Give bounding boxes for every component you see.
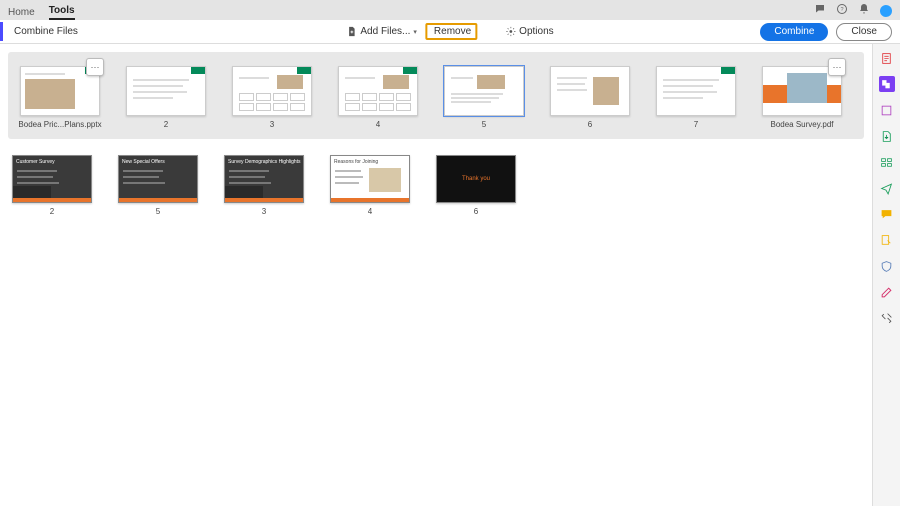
app-topbar: Home Tools ? — [0, 0, 900, 20]
expand-button[interactable] — [86, 58, 104, 76]
thumbnail-label: 5 — [482, 120, 486, 129]
rail-protect-icon[interactable] — [879, 258, 895, 274]
loose-row: Customer Survey 2 New Special Offers 5 Surve… — [8, 155, 864, 216]
rail-fill-sign-icon[interactable] — [879, 232, 895, 248]
thumbnail-canvas[interactable]: Bodea Pric...Plans.pptx 2 3 4 5 6 7 Bodea Surve… — [0, 44, 872, 506]
thumbnail-label: Bodea Pric...Plans.pptx — [18, 120, 101, 129]
thumbnail-image — [126, 66, 206, 116]
group-row: Bodea Pric...Plans.pptx 2 3 4 5 6 7 Bodea Surve… — [18, 66, 854, 129]
page-thumbnail[interactable]: 7 — [654, 66, 738, 129]
thumbnail-image: New Special Offers — [118, 155, 198, 203]
thumbnail-label: 4 — [368, 207, 372, 216]
thumbnail-label: 4 — [376, 120, 380, 129]
thumbnail-label: 2 — [164, 120, 168, 129]
help-icon[interactable]: ? — [836, 2, 848, 20]
thumbnail-label: 7 — [694, 120, 698, 129]
thumbnail-label: 3 — [270, 120, 274, 129]
rail-send-icon[interactable] — [879, 180, 895, 196]
page-thumbnail[interactable]: Bodea Pric...Plans.pptx — [18, 66, 102, 129]
tab-strip: Home Tools — [8, 5, 75, 20]
combine-button[interactable]: Combine — [760, 23, 828, 41]
svg-text:?: ? — [840, 7, 843, 13]
remove-label: Remove — [434, 26, 471, 37]
thumbnail-image — [550, 66, 630, 116]
toolbar-center: Add Files... ▾ Remove Options — [340, 23, 559, 40]
thumbnail-image: Survey Demographics Highlights — [224, 155, 304, 203]
toolbar-right: Combine Close — [760, 23, 892, 41]
rail-export-icon[interactable] — [879, 128, 895, 144]
tool-indicator — [0, 22, 3, 41]
page-thumbnail[interactable]: 2 — [124, 66, 208, 129]
thumbnail-label: 3 — [262, 207, 266, 216]
chat-icon[interactable] — [814, 2, 826, 20]
thumbnail-image — [338, 66, 418, 116]
thumbnail-label: 5 — [156, 207, 160, 216]
page-thumbnail[interactable]: Survey Demographics Highlights 3 — [222, 155, 306, 216]
notifications-icon[interactable] — [858, 2, 870, 20]
rail-combine-icon[interactable] — [879, 76, 895, 92]
page-thumbnail[interactable]: 5 — [442, 66, 526, 129]
thumbnail-image — [232, 66, 312, 116]
page-thumbnail[interactable]: Customer Survey 2 — [10, 155, 94, 216]
page-thumbnail[interactable]: New Special Offers 5 — [116, 155, 200, 216]
tab-home[interactable]: Home — [8, 7, 35, 20]
combine-toolbar: Combine Files Add Files... ▾ Remove Opti… — [0, 20, 900, 44]
rail-comment-icon[interactable] — [879, 206, 895, 222]
add-files-icon — [346, 26, 357, 37]
rail-redact-icon[interactable] — [879, 284, 895, 300]
thumbnail-image: Customer Survey — [12, 155, 92, 203]
topbar-icon-group: ? — [814, 2, 892, 20]
rail-organize-icon[interactable] — [879, 154, 895, 170]
page-thumbnail[interactable]: Thank you 6 — [434, 155, 518, 216]
gear-icon — [505, 26, 516, 37]
add-files-label: Add Files... — [360, 26, 410, 37]
rail-create-pdf-icon[interactable] — [879, 50, 895, 66]
thumbnail-image — [656, 66, 736, 116]
options-label: Options — [519, 26, 553, 37]
thumbnail-label: 2 — [50, 207, 54, 216]
thumbnail-image: Thank you — [436, 155, 516, 203]
rail-more-tools-icon[interactable] — [879, 310, 895, 326]
page-thumbnail[interactable]: 4 — [336, 66, 420, 129]
main-area: Bodea Pric...Plans.pptx 2 3 4 5 6 7 Bodea Surve… — [0, 44, 900, 506]
thumbnail-image: Reasons for Joining — [330, 155, 410, 203]
thumbnail-image — [444, 66, 524, 116]
expand-button[interactable] — [828, 58, 846, 76]
tab-tools[interactable]: Tools — [49, 5, 75, 20]
thumbnail-label: Bodea Survey.pdf — [770, 120, 833, 129]
rail-edit-pdf-icon[interactable] — [879, 102, 895, 118]
page-thumbnail[interactable]: 6 — [548, 66, 632, 129]
thumbnail-label: 6 — [474, 207, 478, 216]
view-toggle-group — [485, 26, 491, 37]
thumbnail-label: 6 — [588, 120, 592, 129]
remove-button[interactable]: Remove — [425, 23, 477, 40]
right-tool-rail — [872, 44, 900, 506]
page-thumbnail[interactable]: Reasons for Joining 4 — [328, 155, 412, 216]
add-files-caret-icon: ▾ — [413, 28, 417, 36]
user-avatar[interactable] — [880, 5, 892, 17]
tool-title: Combine Files — [14, 26, 78, 37]
file-group: Bodea Pric...Plans.pptx 2 3 4 5 6 7 Bodea Surve… — [8, 52, 864, 139]
page-thumbnail[interactable]: 3 — [230, 66, 314, 129]
options-button[interactable]: Options — [499, 23, 559, 40]
page-thumbnail[interactable]: Bodea Survey.pdf — [760, 66, 844, 129]
close-button[interactable]: Close — [836, 23, 892, 41]
add-files-button[interactable]: Add Files... ▾ — [340, 23, 423, 40]
